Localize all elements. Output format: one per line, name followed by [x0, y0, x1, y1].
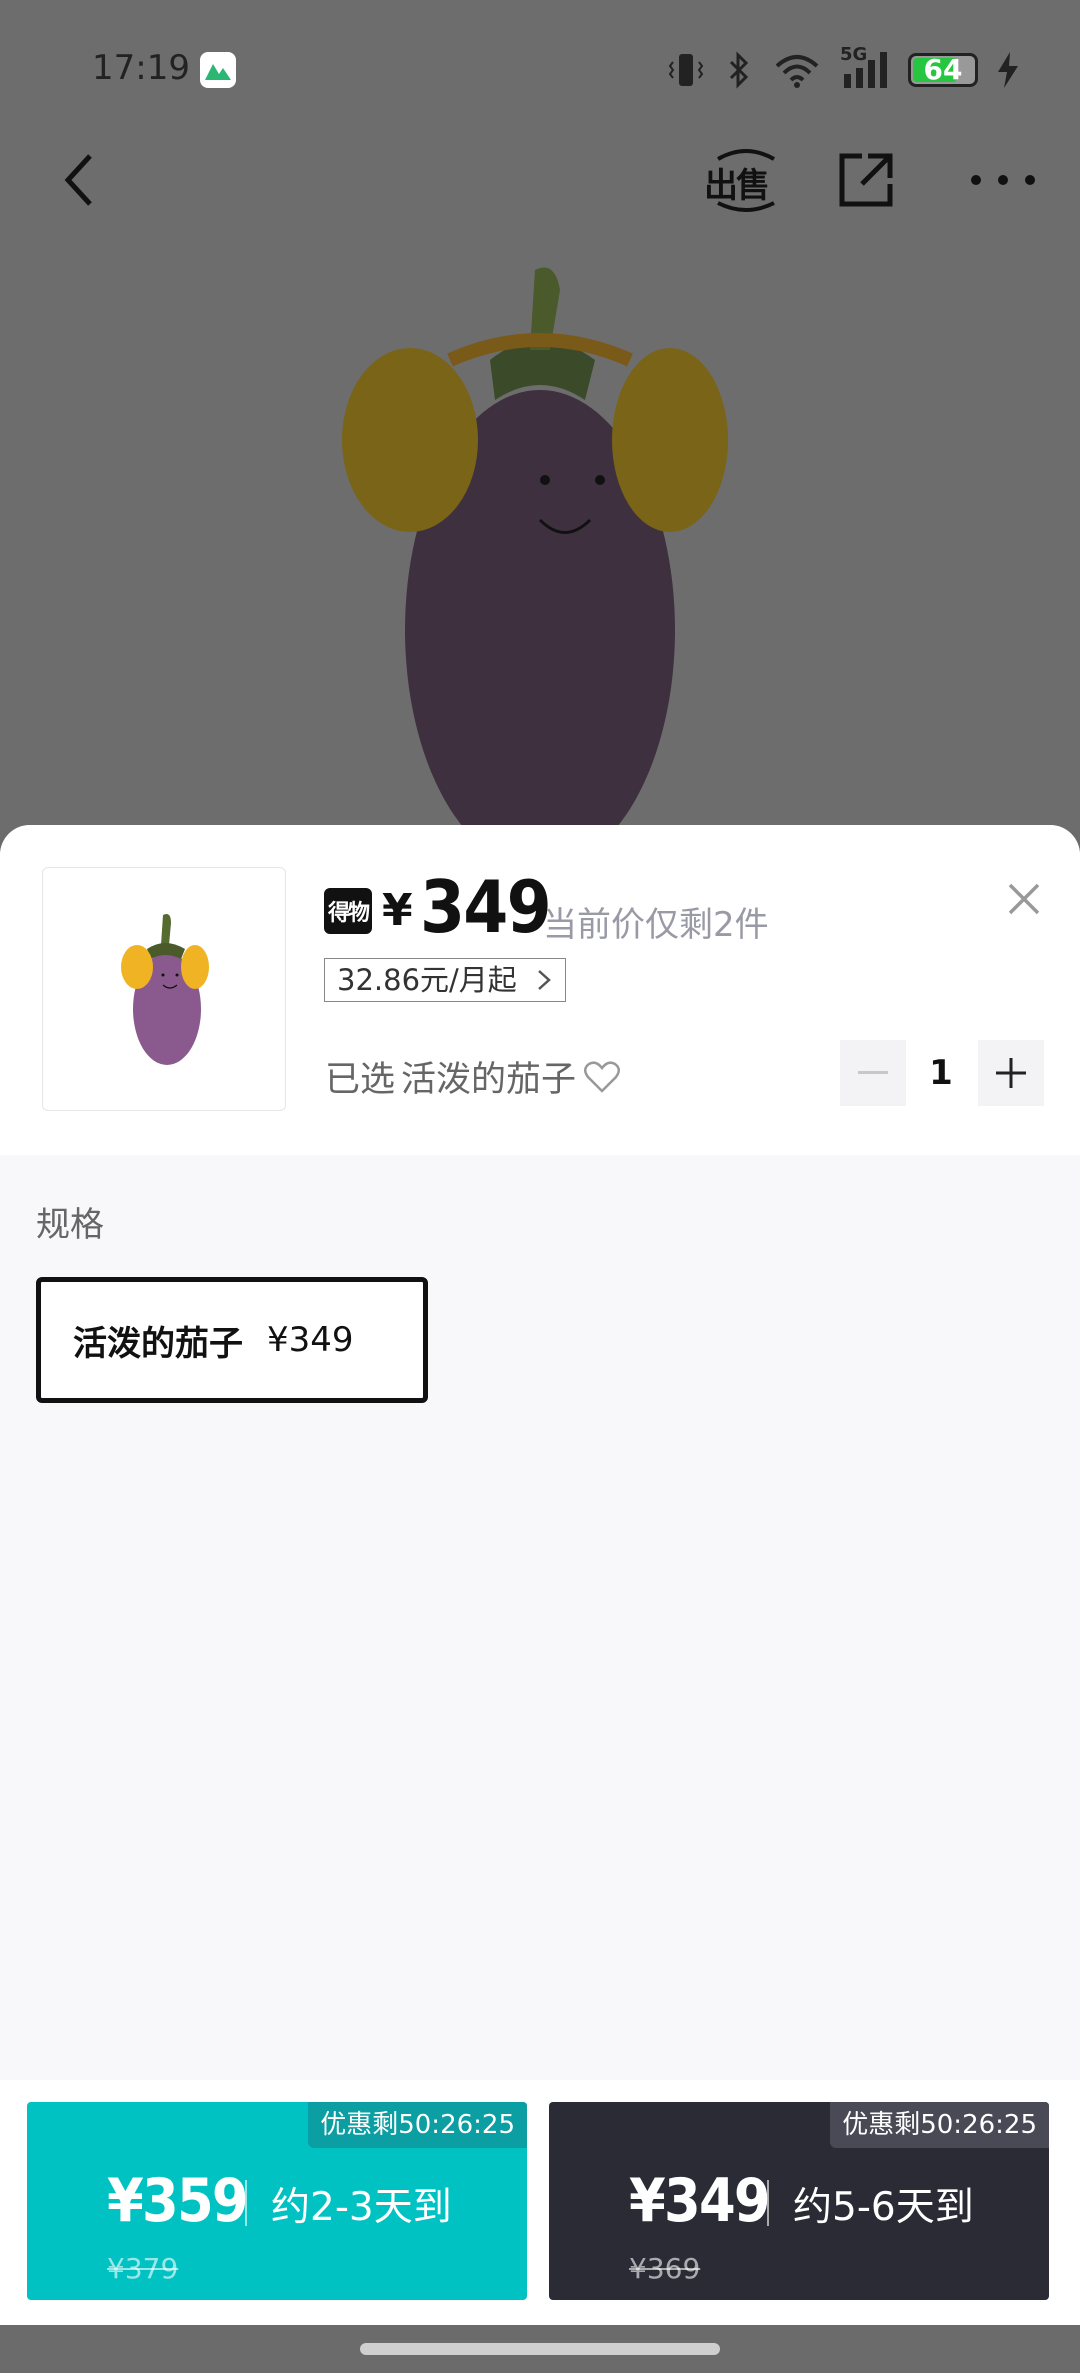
divider — [245, 2180, 247, 2226]
share-icon — [839, 153, 893, 207]
product-thumbnail-image — [121, 914, 209, 1065]
promo-countdown-tag: 优惠剩50:26:25 — [308, 2102, 527, 2148]
original-price: ¥369 — [629, 2252, 701, 2285]
close-icon — [1008, 883, 1040, 915]
app-notification-icon — [200, 52, 236, 88]
close-button[interactable] — [1000, 875, 1048, 923]
sell-button[interactable]: 出售 — [696, 140, 796, 220]
delivery-eta: 约2-3天到 — [271, 2185, 452, 2230]
installment-button[interactable]: 32.86元/月起 — [324, 958, 566, 1002]
top-nav: 出售 — [0, 140, 1080, 250]
spec-option-price: ¥349 — [267, 1320, 354, 1360]
bluetooth-icon — [729, 51, 749, 89]
quantity-value: 1 — [929, 1053, 953, 1093]
purchase-action-bar: 优惠剩50:26:25 ¥359 约2-3天到 ¥379 优惠剩50:26:25… — [0, 2080, 1080, 2325]
chevron-right-icon — [537, 970, 551, 990]
status-icons: 5G 64 — [666, 44, 1020, 90]
promo-countdown-tag: 优惠剩50:26:25 — [830, 2102, 1049, 2148]
selected-spec: 已选 活泼的茄子 — [325, 1051, 622, 1102]
vibrate-icon — [668, 54, 704, 86]
quantity-increase-button[interactable] — [978, 1040, 1044, 1106]
buy-price: ¥359 — [107, 2166, 249, 2236]
status-bar: 17:19 5G 64 — [0, 0, 1080, 140]
spec-section-title: 规格 — [36, 1205, 104, 1245]
selected-value: 活泼的茄子 — [401, 1060, 577, 1100]
divider — [767, 2180, 769, 2226]
battery-indicator: 64 — [908, 53, 978, 87]
product-page-backdrop[interactable]: 17:19 5G 64 出售 — [0, 0, 1080, 830]
sheet-header: 得物 ¥ 349 当前价仅剩2件 32.86元/月起 已选 活泼的茄子 1 — [0, 825, 1080, 1155]
buy-price: ¥349 — [629, 2166, 771, 2236]
sell-label: 出售 — [704, 166, 770, 206]
spec-option[interactable]: 活泼的茄子 ¥349 — [36, 1277, 428, 1403]
selected-prefix: 已选 — [325, 1060, 396, 1100]
dewu-logo: 得物 — [324, 888, 372, 934]
delivery-eta: 约5-6天到 — [793, 2185, 974, 2230]
price-currency: ¥ — [382, 885, 413, 936]
more-icon — [971, 175, 1035, 185]
stock-note: 当前价仅剩2件 — [543, 905, 769, 945]
share-button[interactable] — [826, 140, 906, 220]
product-hero-image — [342, 267, 728, 830]
heart-icon[interactable] — [582, 1059, 622, 1095]
original-price: ¥379 — [107, 2252, 179, 2285]
status-time: 17:19 — [92, 48, 190, 88]
minus-icon — [858, 1071, 888, 1074]
quantity-decrease-button[interactable] — [840, 1040, 906, 1106]
charging-icon — [998, 52, 1018, 88]
back-icon — [64, 154, 92, 206]
plus-icon — [996, 1058, 1026, 1088]
current-price: 349 — [420, 865, 552, 949]
buy-standard-delivery-button[interactable]: 优惠剩50:26:25 ¥349 约5-6天到 ¥369 — [549, 2102, 1049, 2300]
buy-fast-delivery-button[interactable]: 优惠剩50:26:25 ¥359 约2-3天到 ¥379 — [27, 2102, 527, 2300]
spec-option-name: 活泼的茄子 — [73, 1323, 243, 1364]
signal-icon: 5G — [840, 44, 890, 90]
installment-label: 32.86元/月起 — [337, 963, 517, 997]
gesture-bar — [0, 2325, 1080, 2373]
back-button[interactable] — [40, 140, 120, 220]
more-button[interactable] — [958, 140, 1048, 220]
wifi-icon — [775, 55, 819, 88]
home-indicator[interactable] — [360, 2343, 720, 2355]
product-thumbnail[interactable] — [42, 867, 286, 1111]
